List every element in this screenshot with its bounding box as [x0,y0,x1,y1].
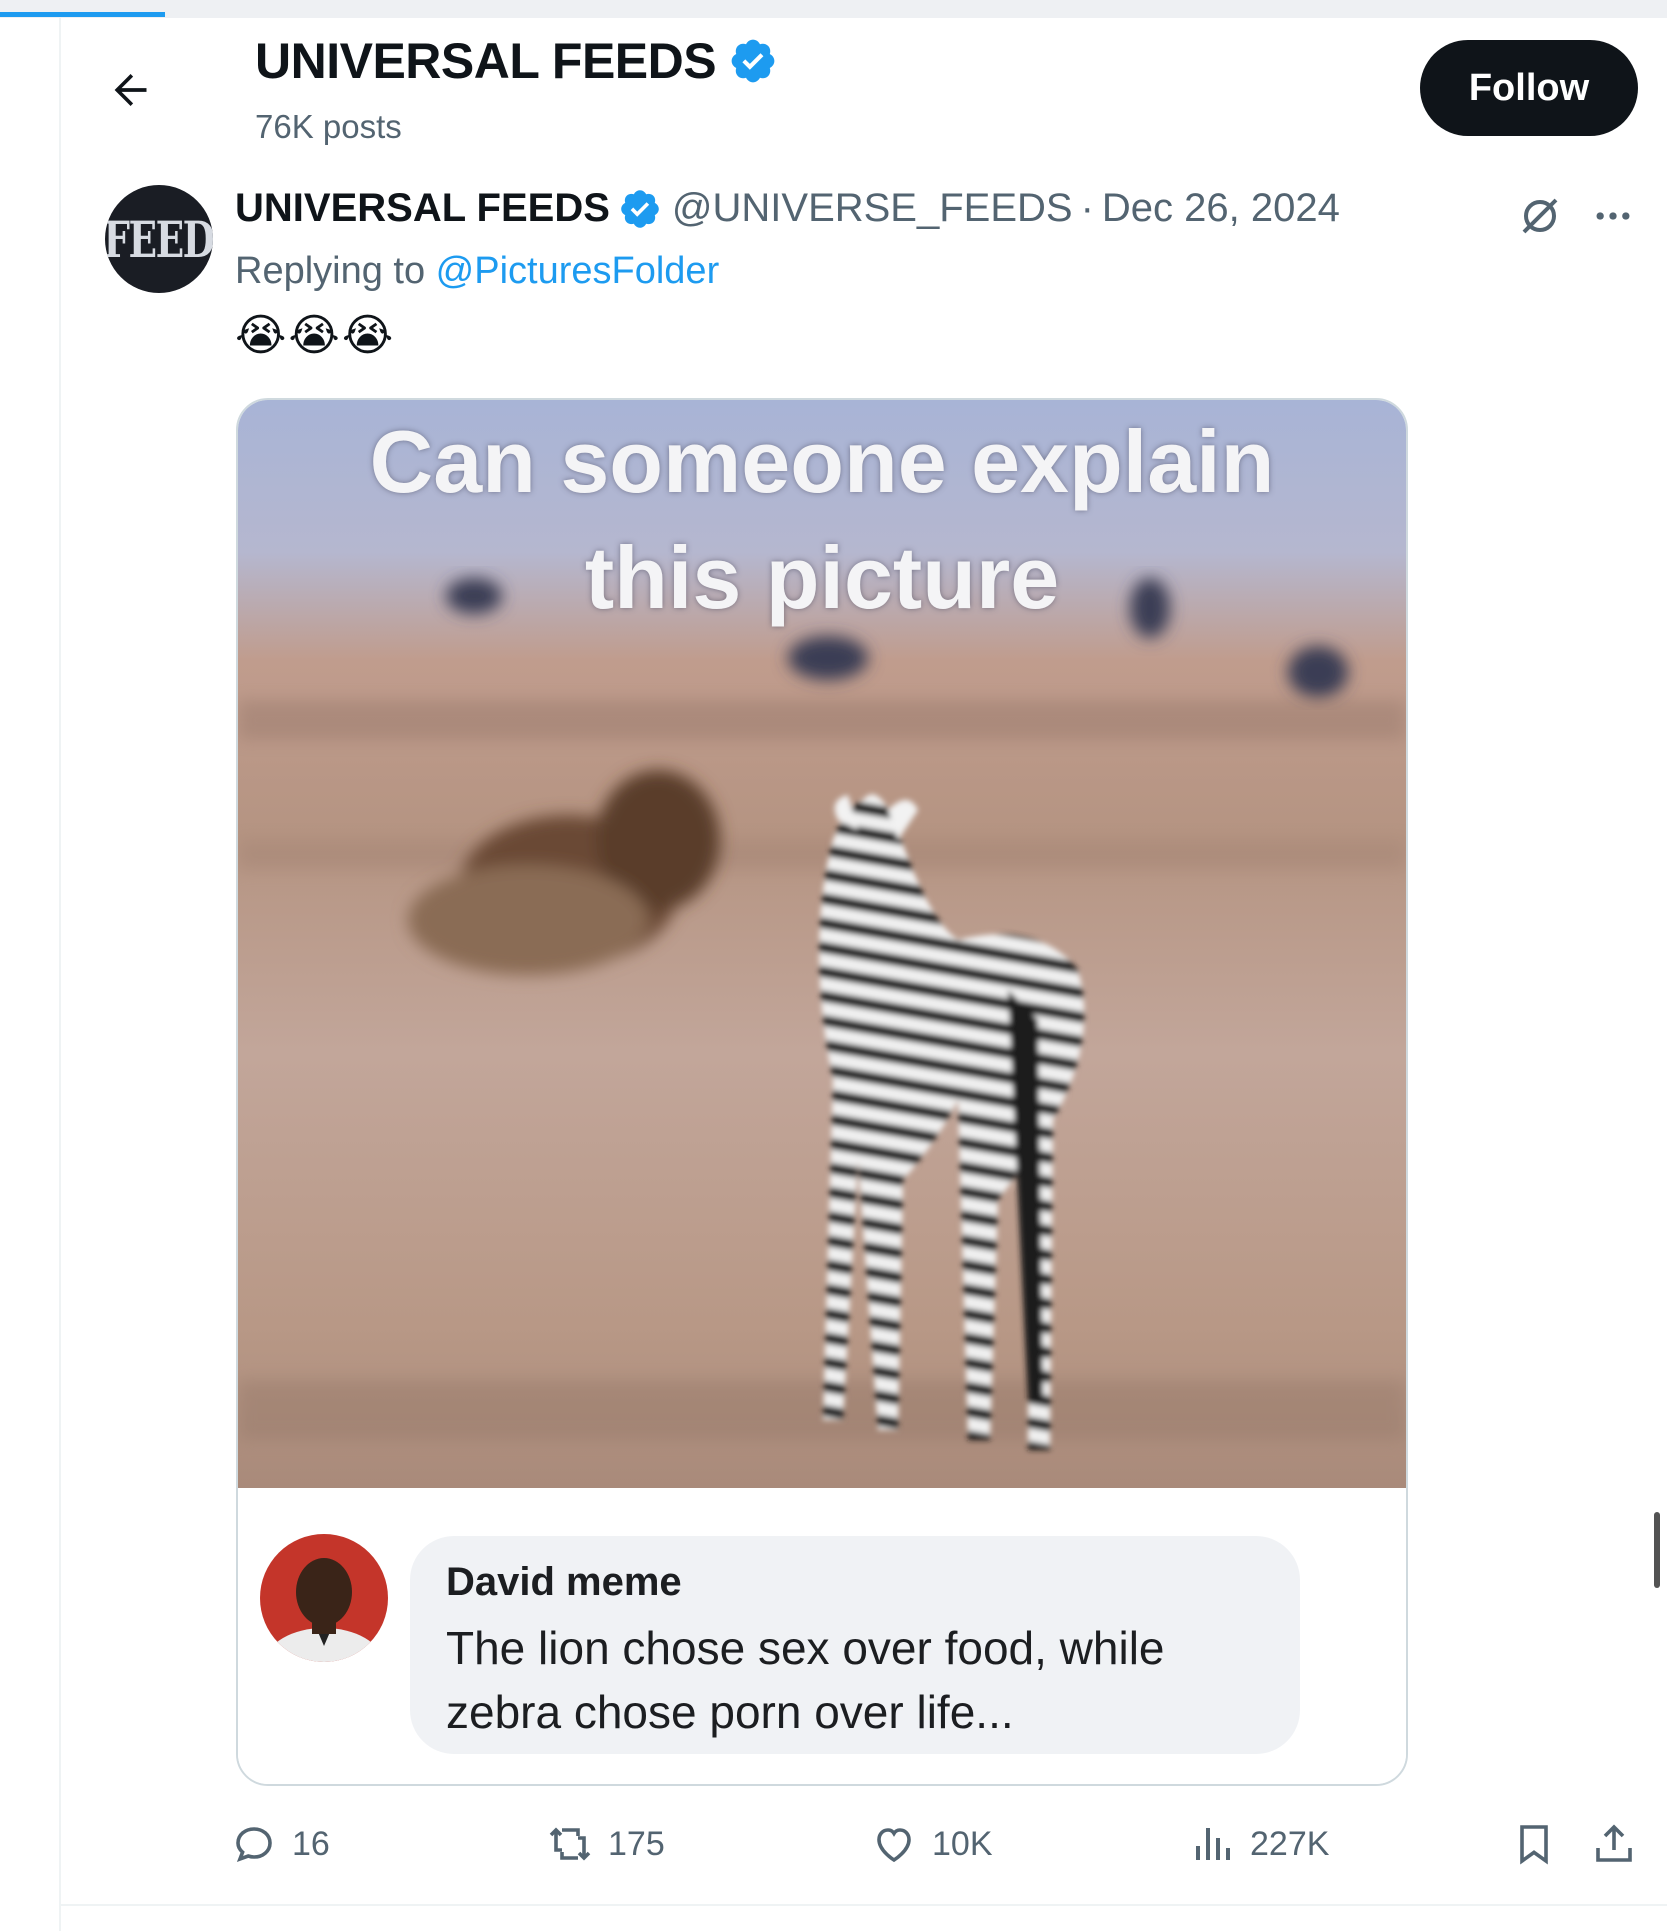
comment-text: The lion chose sex over food, while zebr… [446,1622,1165,1738]
post-meta: UNIVERSAL FEEDS @UNIVERSE_FEEDS · Dec 26… [235,186,1340,231]
column-divider [59,18,61,1931]
posts-count: 76K posts [255,108,402,145]
views-icon [1196,1828,1230,1860]
meta-separator: · [1080,186,1094,230]
meme-photo: Can someone explain this picture [238,400,1406,1488]
loading-progress-bar [0,12,165,17]
share-icon [1596,1824,1632,1862]
meme-caption-line-2: this picture [584,528,1060,627]
grok-button[interactable] [1512,188,1568,244]
embedded-comment: David meme The lion chose sex over food,… [238,1488,1406,1784]
like-button[interactable]: 10K [870,1812,993,1876]
follow-button[interactable]: Follow [1420,40,1638,136]
replying-to-link[interactable]: @PicturesFolder [436,250,720,292]
back-button[interactable] [100,60,160,120]
verified-badge-icon [731,39,775,83]
like-icon [877,1828,911,1863]
author-handle[interactable]: @UNIVERSE_FEEDS [672,186,1073,231]
commenter-portrait [260,1534,388,1662]
bookmark-icon [1520,1825,1548,1865]
browser-top-strip [0,0,1667,18]
comment-bubble: David meme The lion chose sex over food,… [410,1536,1300,1754]
avatar-logo-text: FEED [105,209,213,269]
post-divider [61,1904,1667,1906]
repost-button[interactable]: 175 [546,1812,665,1876]
repost-count: 175 [608,1824,665,1863]
post-date[interactable]: Dec 26, 2024 [1102,186,1340,231]
commenter-avatar [260,1534,388,1662]
post-actions: 16 175 10K 227K [230,1812,1650,1876]
bookmark-button[interactable] [1510,1812,1558,1876]
grok-icon [1522,198,1558,234]
page-title: UNIVERSAL FEEDS [255,32,778,90]
repost-icon [549,1827,591,1861]
more-icon [1596,212,1630,220]
post-media[interactable]: Can someone explain this picture David m… [236,398,1408,1786]
reply-icon [236,1827,272,1863]
more-button[interactable] [1585,188,1641,244]
profile-name: UNIVERSAL FEEDS [255,33,717,89]
scrollbar[interactable] [1654,1512,1660,1588]
replying-to: Replying to @PicturesFolder [235,250,719,293]
replying-prefix: Replying to [235,250,436,292]
verified-badge-icon [621,189,659,228]
post-text: 😭😭😭 [235,311,396,360]
like-count: 10K [932,1824,993,1863]
share-button[interactable] [1590,1812,1638,1876]
meme-caption-line-1: Can someone explain [369,412,1275,511]
author-avatar[interactable]: FEED [105,185,213,293]
reply-count: 16 [292,1824,330,1863]
author-name[interactable]: UNIVERSAL FEEDS [235,186,610,231]
commenter-name: David meme [446,1560,682,1604]
views-button[interactable]: 227K [1188,1812,1329,1876]
back-arrow-icon [114,74,147,106]
views-count: 227K [1250,1824,1330,1863]
reply-button[interactable]: 16 [230,1812,330,1876]
meme-caption: Can someone explain this picture [238,400,1406,636]
